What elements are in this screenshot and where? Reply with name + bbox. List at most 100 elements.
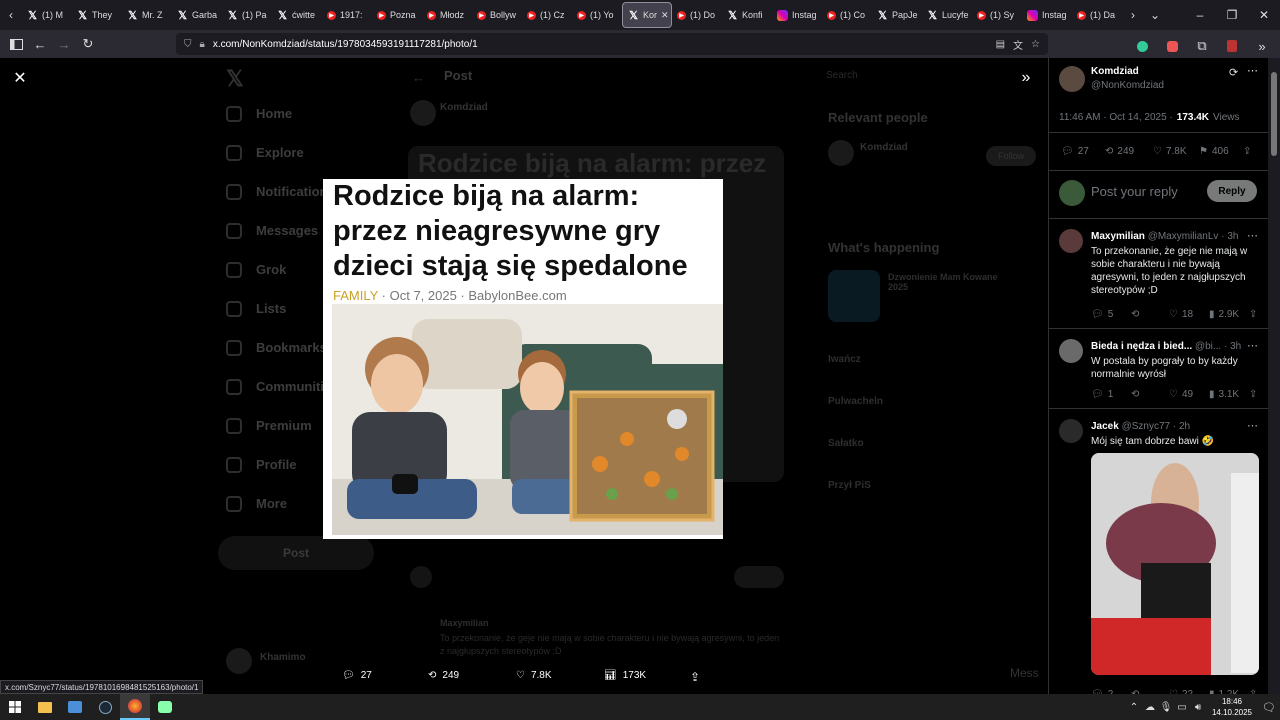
minimize-icon[interactable]: –: [1184, 4, 1216, 26]
tab-list-chevron-icon[interactable]: ⌄: [1144, 4, 1166, 26]
photo-share-icon[interactable]: ⇪: [690, 670, 700, 684]
browser-tab[interactable]: ▶ (1) Co: [822, 2, 872, 28]
close-window-icon[interactable]: ✕: [1248, 4, 1280, 26]
reply-more-icon[interactable]: ⋯: [1247, 419, 1258, 432]
author-name[interactable]: Komdziad: [1091, 66, 1139, 77]
photo-like-button[interactable]: ♡ 7.8K: [516, 670, 552, 681]
tab-scroll-right-icon[interactable]: ›: [1122, 4, 1144, 26]
reply-avatar[interactable]: [1059, 419, 1083, 443]
reply-share-icon[interactable]: ⇪: [1249, 309, 1257, 320]
reply-share-icon[interactable]: ⇪: [1249, 389, 1257, 400]
clock[interactable]: 18:46 14.10.2025: [1206, 696, 1258, 718]
like-stat[interactable]: ♡ 7.8K: [1153, 146, 1187, 157]
mic-icon[interactable]: 🎙︎: [1158, 694, 1174, 720]
reply-attached-photo[interactable]: [1091, 453, 1259, 675]
extension-badge-icon[interactable]: [1220, 34, 1244, 58]
extensions-puzzle-icon[interactable]: ⧉: [1190, 34, 1214, 58]
browser-tab[interactable]: 𝕏 Garba: [172, 2, 222, 28]
notifications-icon[interactable]: 🗨︎: [1258, 694, 1280, 720]
reply-more-icon[interactable]: ⋯: [1247, 339, 1258, 352]
browser-tab[interactable]: 𝕏 (1) Pa: [222, 2, 272, 28]
photo-reply-button[interactable]: 💬︎ 27: [342, 670, 372, 681]
restore-icon[interactable]: ❐: [1216, 4, 1248, 26]
reply-avatar[interactable]: [1059, 229, 1083, 253]
network-icon[interactable]: ▭: [1174, 694, 1190, 720]
collapse-panel-icon[interactable]: »: [1016, 68, 1036, 88]
scrollbar[interactable]: [1268, 58, 1280, 694]
back-icon[interactable]: ←: [28, 32, 52, 56]
browser-tab[interactable]: ▶ (1) Do: [672, 2, 722, 28]
translate-icon[interactable]: 文: [1013, 37, 1023, 52]
author-handle[interactable]: @NonKomdziad: [1091, 80, 1164, 91]
file-explorer-icon[interactable]: [30, 694, 60, 720]
reply-author[interactable]: Jacek: [1091, 421, 1119, 432]
reply-views[interactable]: ▮ 3.1K: [1209, 389, 1239, 400]
browser-tab[interactable]: 𝕏 PapJe: [872, 2, 922, 28]
reply-stat[interactable]: 💬︎ 27: [1061, 146, 1089, 157]
extension-shield-icon[interactable]: [1130, 34, 1154, 58]
photo-views-button[interactable]: 📊︎ 173K: [604, 670, 646, 681]
browser-tab[interactable]: 𝕏 (1) M: [22, 2, 72, 28]
reader-view-icon[interactable]: ▤: [996, 39, 1005, 50]
address-bar[interactable]: ⛉ 🔒︎ x.com/NonKomdziad/status/1978034593…: [176, 33, 1048, 55]
browser-tab[interactable]: 𝕏 Kor ✕: [622, 2, 672, 28]
network-app-icon[interactable]: [60, 694, 90, 720]
more-options-icon[interactable]: ⋯: [1247, 64, 1258, 77]
browser-tab[interactable]: ▶ Pozna: [372, 2, 422, 28]
reload-icon[interactable]: ↻: [76, 32, 100, 56]
bookmark-stat[interactable]: ⚑ 406: [1199, 146, 1229, 157]
reply-likes[interactable]: ♡ 18: [1169, 309, 1193, 320]
reply-reposts[interactable]: ⟲: [1131, 309, 1139, 320]
share-icon[interactable]: ⇪: [1243, 146, 1251, 157]
tray-overflow-icon[interactable]: ⌃: [1126, 694, 1142, 720]
browser-tab[interactable]: Instag: [772, 2, 822, 28]
reply-button[interactable]: Reply: [1207, 180, 1257, 202]
browser-tab[interactable]: ▶ (1) Da: [1072, 2, 1122, 28]
firefox-icon[interactable]: [120, 694, 150, 720]
repost-stat[interactable]: ⟲ 249: [1105, 146, 1134, 157]
browser-tab[interactable]: 𝕏 Mr. Z: [122, 2, 172, 28]
browser-tab[interactable]: 𝕏ćwitte: [272, 2, 322, 28]
browser-tab[interactable]: ▶ Młodz: [422, 2, 472, 28]
reply-reposts[interactable]: ⟲: [1131, 389, 1139, 400]
reply-avatar[interactable]: [1059, 339, 1083, 363]
browser-tab[interactable]: 𝕏 They: [72, 2, 122, 28]
cloud-icon[interactable]: ☁: [1142, 694, 1158, 720]
reply-item[interactable]: Jacek @Sznyc77 · 2h ⋯ Mój się tam dobrze b…: [1049, 409, 1268, 694]
volume-icon[interactable]: 🔊︎: [1190, 694, 1206, 720]
reply-item[interactable]: Bieda i nędza i bied... @bi... · 3h ⋯ W po…: [1049, 329, 1268, 409]
reply-author[interactable]: Bieda i nędza i bied...: [1091, 341, 1192, 352]
reply-more-icon[interactable]: ⋯: [1247, 229, 1258, 242]
extension-fox-icon[interactable]: [1160, 34, 1184, 58]
reply-item[interactable]: Maxymilian @MaxymilianLv · 3h ⋯ To przekon…: [1049, 219, 1268, 329]
start-windows-icon[interactable]: [0, 694, 30, 720]
browser-tab[interactable]: ▶ (1) Yo: [572, 2, 622, 28]
browser-tab[interactable]: ▶ (1) Sy: [972, 2, 1022, 28]
browser-tab[interactable]: ▶ (1) Cz: [522, 2, 572, 28]
close-tab-icon[interactable]: ✕: [661, 10, 669, 21]
app-icon[interactable]: [150, 694, 180, 720]
author-avatar[interactable]: [1059, 66, 1085, 92]
browser-tab[interactable]: ▶ Bollyw: [472, 2, 522, 28]
reply-handle[interactable]: @bi... · 3h: [1195, 341, 1241, 352]
reply-views[interactable]: ▮ 2.9K: [1209, 309, 1239, 320]
reply-handle[interactable]: @MaxymilianLv · 3h: [1148, 231, 1239, 242]
photo-repost-button[interactable]: ⟲ 249: [428, 670, 459, 681]
reply-likes[interactable]: ♡ 49: [1169, 389, 1193, 400]
grok-icon[interactable]: ⟳: [1229, 66, 1238, 79]
overflow-chevron-icon[interactable]: »: [1250, 34, 1274, 58]
reply-handle[interactable]: @Sznyc77 · 2h: [1122, 421, 1191, 432]
sidebar-toggle-icon[interactable]: [4, 32, 28, 56]
scrollbar-thumb[interactable]: [1271, 72, 1277, 156]
browser-tab[interactable]: 𝕏 Konfi: [722, 2, 772, 28]
steam-icon[interactable]: [90, 694, 120, 720]
browser-tab[interactable]: Instag: [1022, 2, 1072, 28]
bookmark-star-icon[interactable]: ☆: [1031, 39, 1040, 50]
browser-tab[interactable]: 𝕏 Lucyfe: [922, 2, 972, 28]
reply-author[interactable]: Maxymilian: [1091, 231, 1145, 242]
photo-viewer-image[interactable]: Rodzice biją na alarm: przez nieagresywn…: [323, 179, 723, 539]
forward-icon[interactable]: →: [52, 32, 76, 56]
tab-scroll-left-icon[interactable]: ‹: [0, 4, 22, 26]
reply-replies[interactable]: 💬︎ 1: [1091, 389, 1113, 400]
browser-tab[interactable]: ▶ 1917:: [322, 2, 372, 28]
